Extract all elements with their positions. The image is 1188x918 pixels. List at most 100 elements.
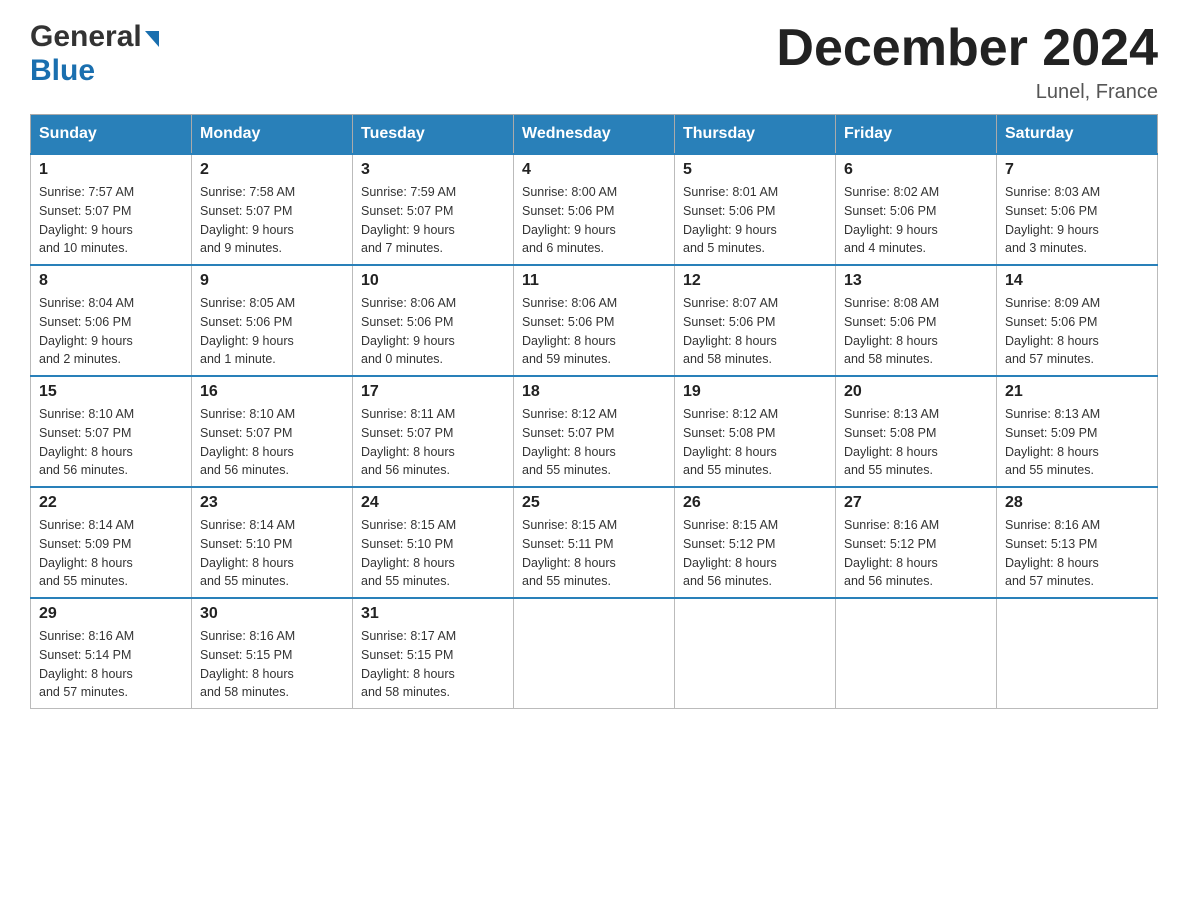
day-info: Sunrise: 8:13 AMSunset: 5:08 PMDaylight:… (844, 407, 939, 477)
calendar-cell (997, 598, 1158, 709)
day-info: Sunrise: 8:03 AMSunset: 5:06 PMDaylight:… (1005, 185, 1100, 255)
calendar-cell: 13 Sunrise: 8:08 AMSunset: 5:06 PMDaylig… (836, 265, 997, 376)
month-title: December 2024 (776, 20, 1158, 77)
calendar-cell: 10 Sunrise: 8:06 AMSunset: 5:06 PMDaylig… (353, 265, 514, 376)
calendar-cell: 19 Sunrise: 8:12 AMSunset: 5:08 PMDaylig… (675, 376, 836, 487)
day-info: Sunrise: 8:05 AMSunset: 5:06 PMDaylight:… (200, 296, 295, 366)
day-number: 9 (200, 272, 344, 290)
day-number: 30 (200, 605, 344, 623)
day-header-monday: Monday (192, 115, 353, 155)
calendar-cell: 15 Sunrise: 8:10 AMSunset: 5:07 PMDaylig… (31, 376, 192, 487)
day-number: 24 (361, 494, 505, 512)
calendar-cell: 2 Sunrise: 7:58 AMSunset: 5:07 PMDayligh… (192, 154, 353, 265)
day-number: 16 (200, 383, 344, 401)
day-info: Sunrise: 8:17 AMSunset: 5:15 PMDaylight:… (361, 629, 456, 699)
day-header-wednesday: Wednesday (514, 115, 675, 155)
calendar-week-1: 1 Sunrise: 7:57 AMSunset: 5:07 PMDayligh… (31, 154, 1158, 265)
day-info: Sunrise: 8:16 AMSunset: 5:12 PMDaylight:… (844, 518, 939, 588)
day-info: Sunrise: 7:59 AMSunset: 5:07 PMDaylight:… (361, 185, 456, 255)
day-header-tuesday: Tuesday (353, 115, 514, 155)
day-number: 21 (1005, 383, 1149, 401)
calendar-week-2: 8 Sunrise: 8:04 AMSunset: 5:06 PMDayligh… (31, 265, 1158, 376)
calendar-cell (514, 598, 675, 709)
day-number: 6 (844, 161, 988, 179)
day-info: Sunrise: 8:15 AMSunset: 5:11 PMDaylight:… (522, 518, 617, 588)
day-number: 20 (844, 383, 988, 401)
day-info: Sunrise: 8:15 AMSunset: 5:10 PMDaylight:… (361, 518, 456, 588)
day-number: 18 (522, 383, 666, 401)
day-info: Sunrise: 8:16 AMSunset: 5:15 PMDaylight:… (200, 629, 295, 699)
calendar-cell: 9 Sunrise: 8:05 AMSunset: 5:06 PMDayligh… (192, 265, 353, 376)
day-number: 2 (200, 161, 344, 179)
day-info: Sunrise: 8:09 AMSunset: 5:06 PMDaylight:… (1005, 296, 1100, 366)
calendar-cell: 29 Sunrise: 8:16 AMSunset: 5:14 PMDaylig… (31, 598, 192, 709)
day-number: 14 (1005, 272, 1149, 290)
day-number: 15 (39, 383, 183, 401)
day-info: Sunrise: 8:11 AMSunset: 5:07 PMDaylight:… (361, 407, 455, 477)
day-number: 13 (844, 272, 988, 290)
title-section: December 2024 Lunel, France (776, 20, 1158, 104)
day-info: Sunrise: 8:12 AMSunset: 5:08 PMDaylight:… (683, 407, 778, 477)
calendar-cell: 6 Sunrise: 8:02 AMSunset: 5:06 PMDayligh… (836, 154, 997, 265)
calendar-cell: 12 Sunrise: 8:07 AMSunset: 5:06 PMDaylig… (675, 265, 836, 376)
day-info: Sunrise: 8:07 AMSunset: 5:06 PMDaylight:… (683, 296, 778, 366)
day-info: Sunrise: 8:10 AMSunset: 5:07 PMDaylight:… (200, 407, 295, 477)
calendar-cell: 31 Sunrise: 8:17 AMSunset: 5:15 PMDaylig… (353, 598, 514, 709)
calendar-cell: 17 Sunrise: 8:11 AMSunset: 5:07 PMDaylig… (353, 376, 514, 487)
calendar-cell: 26 Sunrise: 8:15 AMSunset: 5:12 PMDaylig… (675, 487, 836, 598)
day-number: 5 (683, 161, 827, 179)
calendar-cell: 16 Sunrise: 8:10 AMSunset: 5:07 PMDaylig… (192, 376, 353, 487)
day-number: 27 (844, 494, 988, 512)
calendar-cell (675, 598, 836, 709)
day-info: Sunrise: 8:06 AMSunset: 5:06 PMDaylight:… (522, 296, 617, 366)
day-info: Sunrise: 8:00 AMSunset: 5:06 PMDaylight:… (522, 185, 617, 255)
day-number: 3 (361, 161, 505, 179)
day-number: 10 (361, 272, 505, 290)
day-header-friday: Friday (836, 115, 997, 155)
calendar-cell: 14 Sunrise: 8:09 AMSunset: 5:06 PMDaylig… (997, 265, 1158, 376)
day-number: 26 (683, 494, 827, 512)
day-number: 4 (522, 161, 666, 179)
calendar-week-3: 15 Sunrise: 8:10 AMSunset: 5:07 PMDaylig… (31, 376, 1158, 487)
calendar-cell: 7 Sunrise: 8:03 AMSunset: 5:06 PMDayligh… (997, 154, 1158, 265)
day-info: Sunrise: 8:01 AMSunset: 5:06 PMDaylight:… (683, 185, 778, 255)
calendar-cell: 23 Sunrise: 8:14 AMSunset: 5:10 PMDaylig… (192, 487, 353, 598)
day-number: 29 (39, 605, 183, 623)
logo-blue-text: Blue (30, 54, 95, 88)
day-info: Sunrise: 7:58 AMSunset: 5:07 PMDaylight:… (200, 185, 295, 255)
calendar-cell: 28 Sunrise: 8:16 AMSunset: 5:13 PMDaylig… (997, 487, 1158, 598)
day-info: Sunrise: 8:10 AMSunset: 5:07 PMDaylight:… (39, 407, 134, 477)
day-info: Sunrise: 8:15 AMSunset: 5:12 PMDaylight:… (683, 518, 778, 588)
day-info: Sunrise: 8:14 AMSunset: 5:09 PMDaylight:… (39, 518, 134, 588)
day-info: Sunrise: 8:06 AMSunset: 5:06 PMDaylight:… (361, 296, 456, 366)
calendar-cell (836, 598, 997, 709)
day-info: Sunrise: 8:14 AMSunset: 5:10 PMDaylight:… (200, 518, 295, 588)
day-number: 17 (361, 383, 505, 401)
day-header-saturday: Saturday (997, 115, 1158, 155)
logo-general-text: General (30, 20, 142, 54)
day-number: 22 (39, 494, 183, 512)
calendar-week-4: 22 Sunrise: 8:14 AMSunset: 5:09 PMDaylig… (31, 487, 1158, 598)
calendar-cell: 18 Sunrise: 8:12 AMSunset: 5:07 PMDaylig… (514, 376, 675, 487)
calendar-cell: 22 Sunrise: 8:14 AMSunset: 5:09 PMDaylig… (31, 487, 192, 598)
logo: General Blue (30, 20, 159, 88)
day-number: 11 (522, 272, 666, 290)
calendar-cell: 20 Sunrise: 8:13 AMSunset: 5:08 PMDaylig… (836, 376, 997, 487)
day-number: 8 (39, 272, 183, 290)
day-header-sunday: Sunday (31, 115, 192, 155)
day-info: Sunrise: 8:12 AMSunset: 5:07 PMDaylight:… (522, 407, 617, 477)
day-number: 12 (683, 272, 827, 290)
page-header: General Blue December 2024 Lunel, France (30, 20, 1158, 104)
day-info: Sunrise: 8:02 AMSunset: 5:06 PMDaylight:… (844, 185, 939, 255)
day-number: 1 (39, 161, 183, 179)
day-number: 28 (1005, 494, 1149, 512)
calendar-cell: 27 Sunrise: 8:16 AMSunset: 5:12 PMDaylig… (836, 487, 997, 598)
calendar-cell: 3 Sunrise: 7:59 AMSunset: 5:07 PMDayligh… (353, 154, 514, 265)
day-info: Sunrise: 8:16 AMSunset: 5:14 PMDaylight:… (39, 629, 134, 699)
calendar-header-row: SundayMondayTuesdayWednesdayThursdayFrid… (31, 115, 1158, 155)
location-label: Lunel, France (776, 81, 1158, 104)
day-info: Sunrise: 8:04 AMSunset: 5:06 PMDaylight:… (39, 296, 134, 366)
logo-arrow-icon (145, 31, 159, 47)
calendar-cell: 4 Sunrise: 8:00 AMSunset: 5:06 PMDayligh… (514, 154, 675, 265)
day-number: 31 (361, 605, 505, 623)
